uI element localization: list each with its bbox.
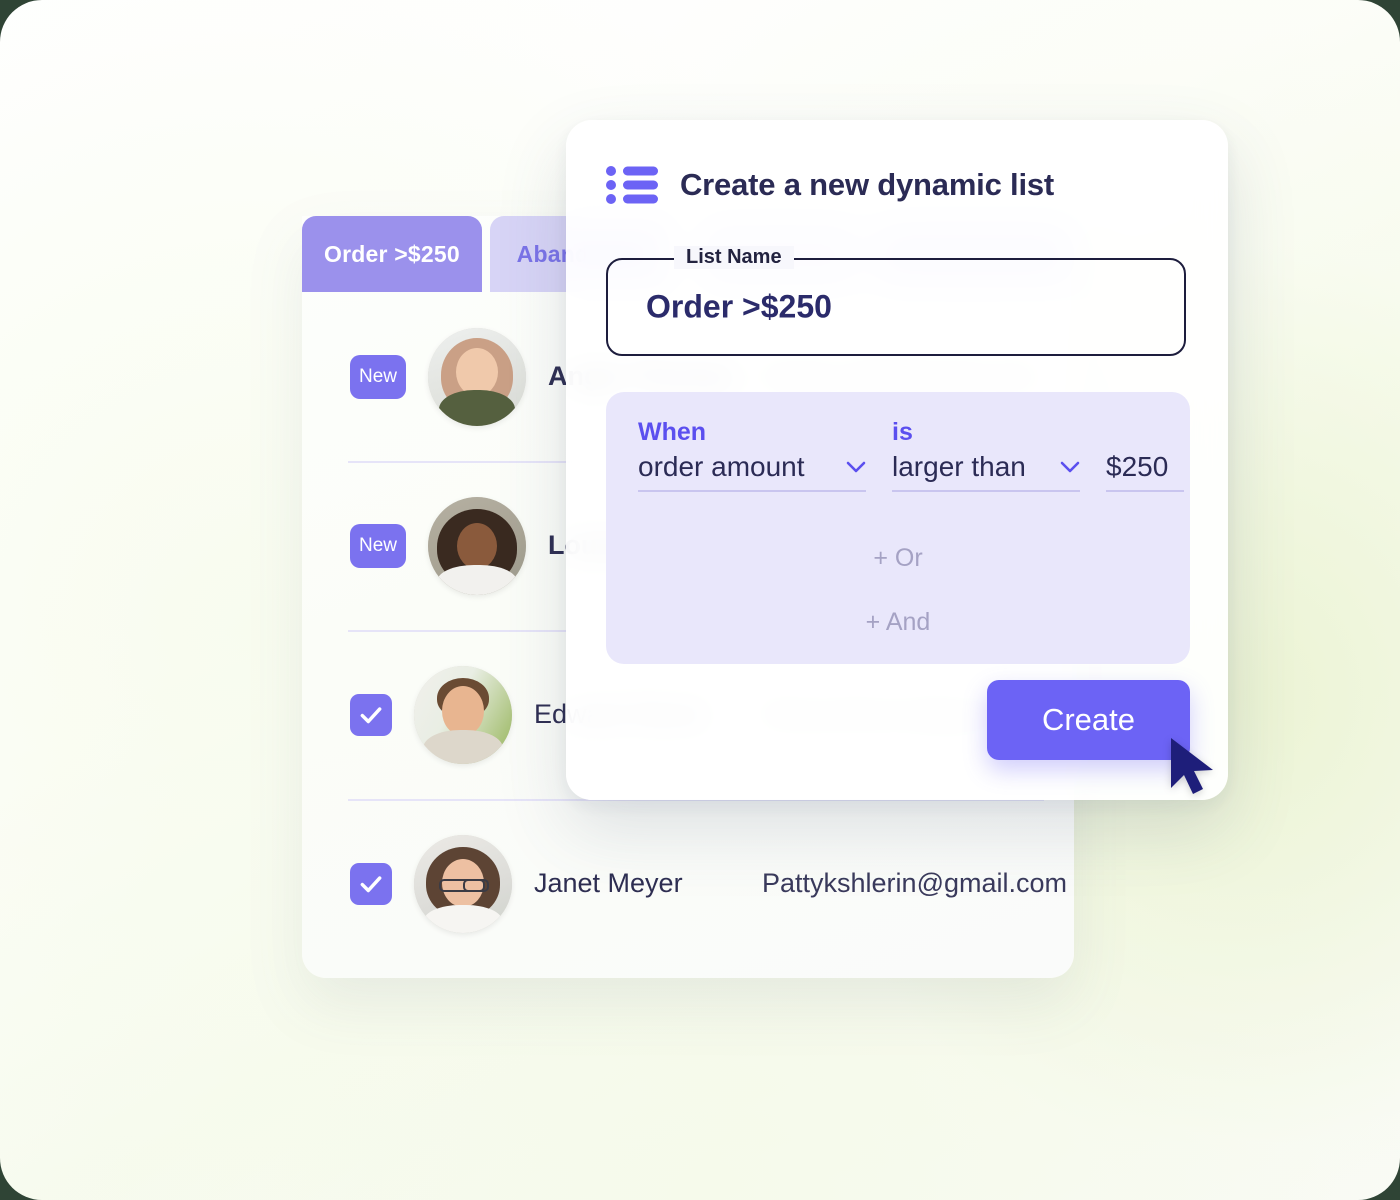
avatar xyxy=(428,496,526,595)
page-title: Create a new dynamic list xyxy=(680,167,1055,202)
condition-field-value: order amount xyxy=(638,451,805,482)
condition-operator-value: larger than xyxy=(892,451,1026,482)
contact-email: Pattykshlerin@gmail.com xyxy=(762,868,1068,898)
contact-name: Janet Meyer xyxy=(534,868,683,898)
condition-builder: When order amount is larger than $250 + … xyxy=(606,392,1190,664)
condition-amount-group: $250 xyxy=(1106,451,1184,492)
condition-amount-value[interactable]: $250 xyxy=(1106,451,1184,492)
row-checkbox[interactable] xyxy=(350,693,392,736)
chevron-down-icon xyxy=(846,461,866,473)
check-icon xyxy=(360,875,382,892)
create-button[interactable]: Create xyxy=(987,680,1190,760)
list-item[interactable]: Janet Meyer Pattykshlerin@gmail.com xyxy=(326,799,1067,968)
list-name-input[interactable]: List Name Order >$250 xyxy=(606,246,1186,356)
avatar xyxy=(414,665,512,764)
create-button-label: Create xyxy=(1041,702,1136,737)
when-label: When xyxy=(638,418,707,446)
add-and-button[interactable]: + And xyxy=(606,608,1190,637)
list-name-label: List Name xyxy=(674,246,794,269)
create-dynamic-list-modal: Create a new dynamic list List Name Orde… xyxy=(566,120,1228,800)
list-name-value: Order >$250 xyxy=(646,288,832,325)
page-canvas: Order >$250 Abandoned New Angie Thomas A… xyxy=(0,0,1400,1200)
add-or-button[interactable]: + Or xyxy=(606,544,1190,573)
status-badge-new: New xyxy=(350,354,406,399)
condition-row: When order amount is larger than $250 xyxy=(638,418,1184,492)
tab-order-over-250[interactable]: Order >$250 xyxy=(302,216,482,292)
condition-operator-select[interactable]: larger than xyxy=(892,451,1080,492)
check-icon xyxy=(360,706,382,723)
modal-header: Create a new dynamic list xyxy=(606,165,1054,205)
condition-operator-group: is larger than xyxy=(892,418,1080,492)
mouse-cursor-icon xyxy=(1171,738,1213,794)
badge-label: New xyxy=(358,365,397,387)
row-checkbox[interactable] xyxy=(350,862,392,905)
chevron-down-icon xyxy=(1060,461,1080,473)
avatar xyxy=(428,327,526,426)
condition-field-select[interactable]: order amount xyxy=(638,451,866,492)
tab-label: Order >$250 xyxy=(324,240,460,267)
bulleted-list-icon xyxy=(606,166,658,204)
avatar xyxy=(414,834,512,933)
condition-field-group: When order amount xyxy=(638,418,866,492)
badge-label: New xyxy=(358,534,397,556)
is-label: is xyxy=(892,418,913,446)
status-badge-new: New xyxy=(350,523,406,568)
